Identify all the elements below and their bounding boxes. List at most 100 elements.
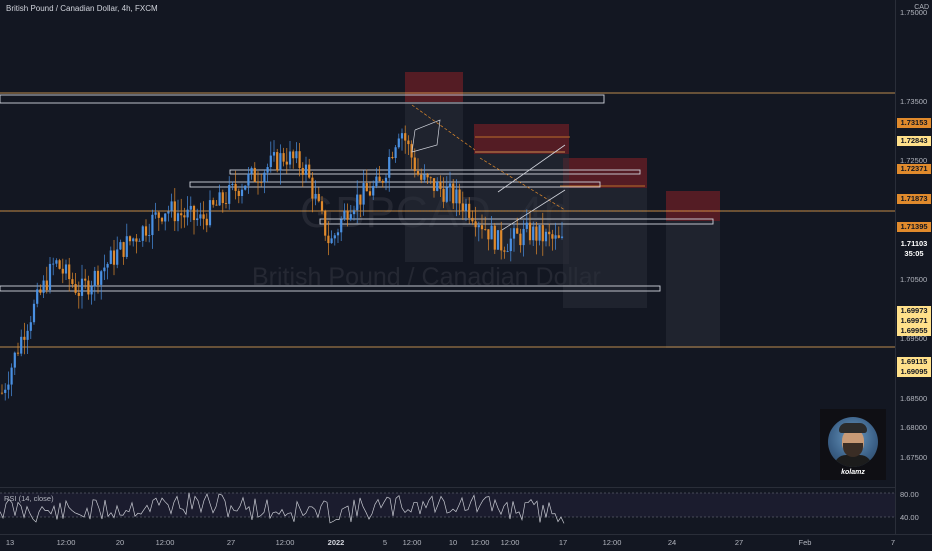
candle-body xyxy=(509,238,512,252)
candle-body xyxy=(461,203,464,212)
target-zone xyxy=(563,158,647,188)
candle-body xyxy=(333,235,336,239)
candle-body xyxy=(397,138,400,148)
candle-body xyxy=(240,189,244,196)
price-tag: 1.72843 xyxy=(897,135,931,146)
price-tag: 1.71103 xyxy=(897,239,931,250)
zone-box xyxy=(0,285,661,292)
candle-body xyxy=(164,213,167,222)
candle-body xyxy=(279,153,282,171)
candle-body xyxy=(317,193,320,202)
candle-body xyxy=(381,180,384,183)
candle-body xyxy=(183,215,186,218)
candle-body xyxy=(244,185,247,190)
candle-body xyxy=(375,176,378,187)
candle-body xyxy=(276,152,279,171)
candle-body xyxy=(141,226,144,241)
risk-zone xyxy=(563,188,647,308)
candle-body xyxy=(180,213,183,216)
candle-body xyxy=(176,213,180,222)
candle-body xyxy=(439,181,442,189)
candle-body xyxy=(16,352,20,354)
candle-body xyxy=(7,384,10,390)
candle-body xyxy=(266,167,269,173)
candle-body xyxy=(311,177,314,199)
candle-body xyxy=(132,238,135,242)
candle-body xyxy=(237,190,240,196)
candle-body xyxy=(500,230,503,251)
time-tick: 17 xyxy=(558,538,568,547)
candle-body xyxy=(4,389,7,393)
candle-body xyxy=(116,249,119,265)
rsi-pane[interactable]: RSI (14, close) xyxy=(0,487,895,535)
candle-body xyxy=(535,226,538,241)
candle-body xyxy=(436,181,439,191)
candle-body xyxy=(256,181,260,183)
candle-body xyxy=(391,157,394,159)
rsi-label[interactable]: RSI (14, close) xyxy=(4,494,54,503)
candle-body xyxy=(516,228,519,234)
candle-body xyxy=(346,210,349,220)
candle-body xyxy=(455,189,458,204)
candle-body xyxy=(109,250,112,264)
candle-body xyxy=(359,194,362,205)
candle-body xyxy=(58,260,61,269)
candle-body xyxy=(308,164,311,178)
candle-body xyxy=(13,352,16,368)
candle-body xyxy=(292,151,295,159)
candle-body xyxy=(522,228,525,246)
candle-body xyxy=(167,211,170,214)
price-tick: 1.67500 xyxy=(900,453,928,462)
candle-body xyxy=(263,172,266,183)
time-axis[interactable]: 13 12:00 20 12:00 27 12:00 2022 5 12:00 10 12:00 12… xyxy=(0,534,932,551)
candle-body xyxy=(458,189,461,204)
candle-body xyxy=(208,200,212,226)
candle-body xyxy=(404,133,407,141)
rsi-plot xyxy=(0,492,895,524)
candle-body xyxy=(26,330,29,340)
candle-body xyxy=(68,264,71,280)
candle-body xyxy=(74,284,77,293)
candle-body xyxy=(282,153,285,162)
candle-body xyxy=(119,242,122,250)
candle-body xyxy=(221,192,224,204)
candle-body xyxy=(234,183,237,191)
symbol-title[interactable]: British Pound / Canadian Dollar, 4h, FXC… xyxy=(6,4,158,13)
price-tag: 1.69973 xyxy=(897,306,931,317)
candle-body xyxy=(349,214,352,220)
candle-body xyxy=(324,210,327,236)
target-zone xyxy=(474,124,569,154)
candle-body xyxy=(90,286,93,295)
price-tag: 1.72371 xyxy=(897,163,931,174)
candle-body xyxy=(423,174,426,180)
candle-body xyxy=(388,157,391,178)
candle-body xyxy=(215,204,218,206)
candle-body xyxy=(548,231,551,235)
time-tick: 5 xyxy=(382,538,388,547)
price-tick: 1.75000 xyxy=(900,8,928,17)
candle-body xyxy=(384,177,388,183)
chart-pane[interactable]: GBPCAD, 4h British Pound / Canadian Doll… xyxy=(0,0,895,487)
price-axis[interactable]: CAD 1.75000 1.73500 1.72500 1.70500 1.69500 1… xyxy=(895,0,932,550)
price-plot[interactable] xyxy=(0,0,895,487)
candle-body xyxy=(71,279,74,285)
candle-body xyxy=(512,228,516,239)
candle-body xyxy=(269,155,272,168)
candle-body xyxy=(112,250,116,265)
candle-body xyxy=(106,263,109,268)
target-zone xyxy=(666,191,720,221)
candle-body xyxy=(487,229,490,240)
candle-body xyxy=(327,235,330,244)
candle-body xyxy=(77,292,80,296)
candle-body xyxy=(416,171,420,175)
candle-body xyxy=(420,174,423,180)
candle-body xyxy=(224,203,228,204)
candle-body xyxy=(36,289,39,304)
candle-body xyxy=(55,260,58,264)
candle-body xyxy=(314,193,317,199)
time-tick: 12:00 xyxy=(602,538,622,547)
candle-body xyxy=(125,236,128,257)
candle-body xyxy=(100,271,103,285)
candle-body xyxy=(0,392,4,394)
candle-body xyxy=(128,236,132,242)
